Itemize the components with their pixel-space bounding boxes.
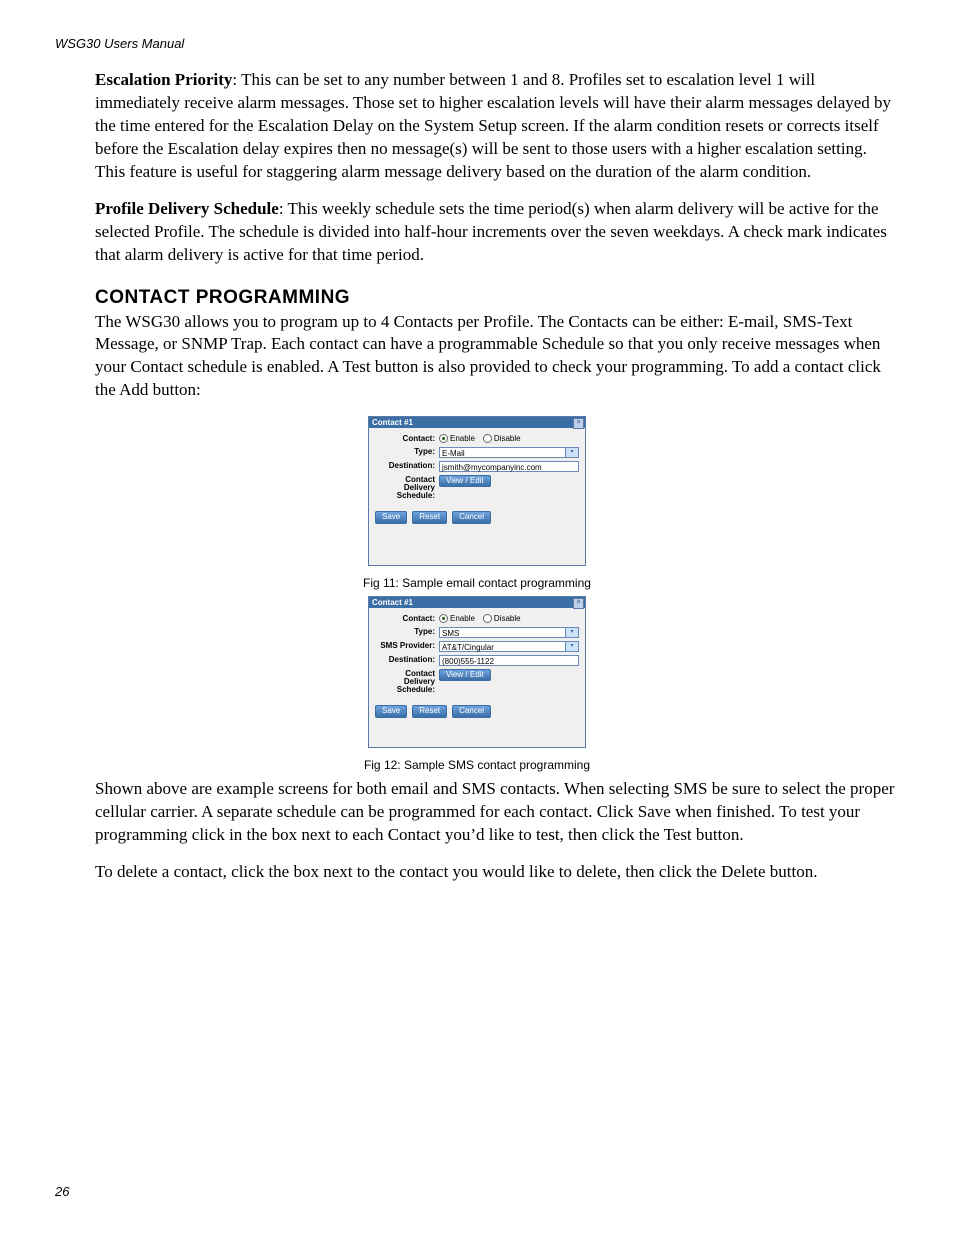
heading-contact-programming: CONTACT PROGRAMMING: [95, 287, 899, 309]
radio-enable[interactable]: [439, 614, 448, 623]
select-provider-value: AT&T/Cingular: [442, 643, 494, 652]
select-type-value: E-Mail: [442, 449, 465, 458]
radio-enable-label: Enable: [450, 614, 475, 623]
runin-escalation: Escalation Priority: [95, 70, 232, 89]
cancel-button[interactable]: Cancel: [452, 705, 491, 718]
radio-disable-label: Disable: [494, 434, 521, 443]
paragraph-escalation: Escalation Priority: This can be set to …: [95, 69, 899, 184]
reset-button[interactable]: Reset: [412, 511, 447, 524]
runin-profile: Profile Delivery Schedule: [95, 199, 279, 218]
reset-button[interactable]: Reset: [412, 705, 447, 718]
select-type-value: SMS: [442, 629, 459, 638]
label-type: Type:: [375, 447, 439, 456]
radio-enable[interactable]: [439, 434, 448, 443]
radio-disable-label: Disable: [494, 614, 521, 623]
figure-12: Contact #1 × Contact: Enable Disable Typ…: [55, 596, 899, 748]
page-number: 26: [55, 1184, 69, 1199]
radio-enable-label: Enable: [450, 434, 475, 443]
label-contact: Contact:: [375, 434, 439, 443]
radio-disable[interactable]: [483, 614, 492, 623]
label-destination: Destination:: [375, 461, 439, 470]
dialog-title: Contact #1 ×: [369, 417, 585, 428]
paragraph-contact-intro: The WSG30 allows you to program up to 4 …: [95, 311, 899, 403]
close-icon[interactable]: ×: [573, 418, 584, 429]
view-edit-button[interactable]: View / Edit: [439, 475, 491, 488]
paragraph-shown-above: Shown above are example screens for both…: [95, 778, 899, 847]
label-type: Type:: [375, 627, 439, 636]
caption-fig12: Fig 12: Sample SMS contact programming: [55, 758, 899, 772]
paragraph-delete: To delete a contact, click the box next …: [95, 861, 899, 884]
dialog-title-text: Contact #1: [372, 418, 413, 427]
radio-disable[interactable]: [483, 434, 492, 443]
dialog-title-text: Contact #1: [372, 598, 413, 607]
input-destination[interactable]: jsmith@mycompanyinc.com: [439, 461, 579, 472]
save-button[interactable]: Save: [375, 705, 407, 718]
chevron-down-icon: ▾: [565, 642, 578, 651]
cancel-button[interactable]: Cancel: [452, 511, 491, 524]
label-schedule: Contact Delivery Schedule:: [375, 669, 439, 695]
caption-fig11: Fig 11: Sample email contact programming: [55, 576, 899, 590]
input-destination[interactable]: (800)555-1122: [439, 655, 579, 666]
close-icon[interactable]: ×: [573, 598, 584, 609]
input-destination-value: (800)555-1122: [442, 657, 494, 666]
view-edit-button[interactable]: View / Edit: [439, 669, 491, 682]
save-button[interactable]: Save: [375, 511, 407, 524]
chevron-down-icon: ▾: [565, 628, 578, 637]
select-type[interactable]: E-Mail ▾: [439, 447, 579, 458]
figure-11: Contact #1 × Contact: Enable Disable Typ…: [55, 416, 899, 566]
chevron-down-icon: ▾: [565, 448, 578, 457]
input-destination-value: jsmith@mycompanyinc.com: [442, 463, 542, 472]
dialog-sms-contact: Contact #1 × Contact: Enable Disable Typ…: [368, 596, 586, 748]
label-schedule: Contact Delivery Schedule:: [375, 475, 439, 501]
dialog-title: Contact #1 ×: [369, 597, 585, 608]
running-header: WSG30 Users Manual: [55, 36, 899, 51]
label-provider: SMS Provider:: [375, 641, 439, 650]
select-provider[interactable]: AT&T/Cingular ▾: [439, 641, 579, 652]
select-type[interactable]: SMS ▾: [439, 627, 579, 638]
paragraph-profile-schedule: Profile Delivery Schedule: This weekly s…: [95, 198, 899, 267]
label-contact: Contact:: [375, 614, 439, 623]
label-destination: Destination:: [375, 655, 439, 664]
dialog-email-contact: Contact #1 × Contact: Enable Disable Typ…: [368, 416, 586, 566]
